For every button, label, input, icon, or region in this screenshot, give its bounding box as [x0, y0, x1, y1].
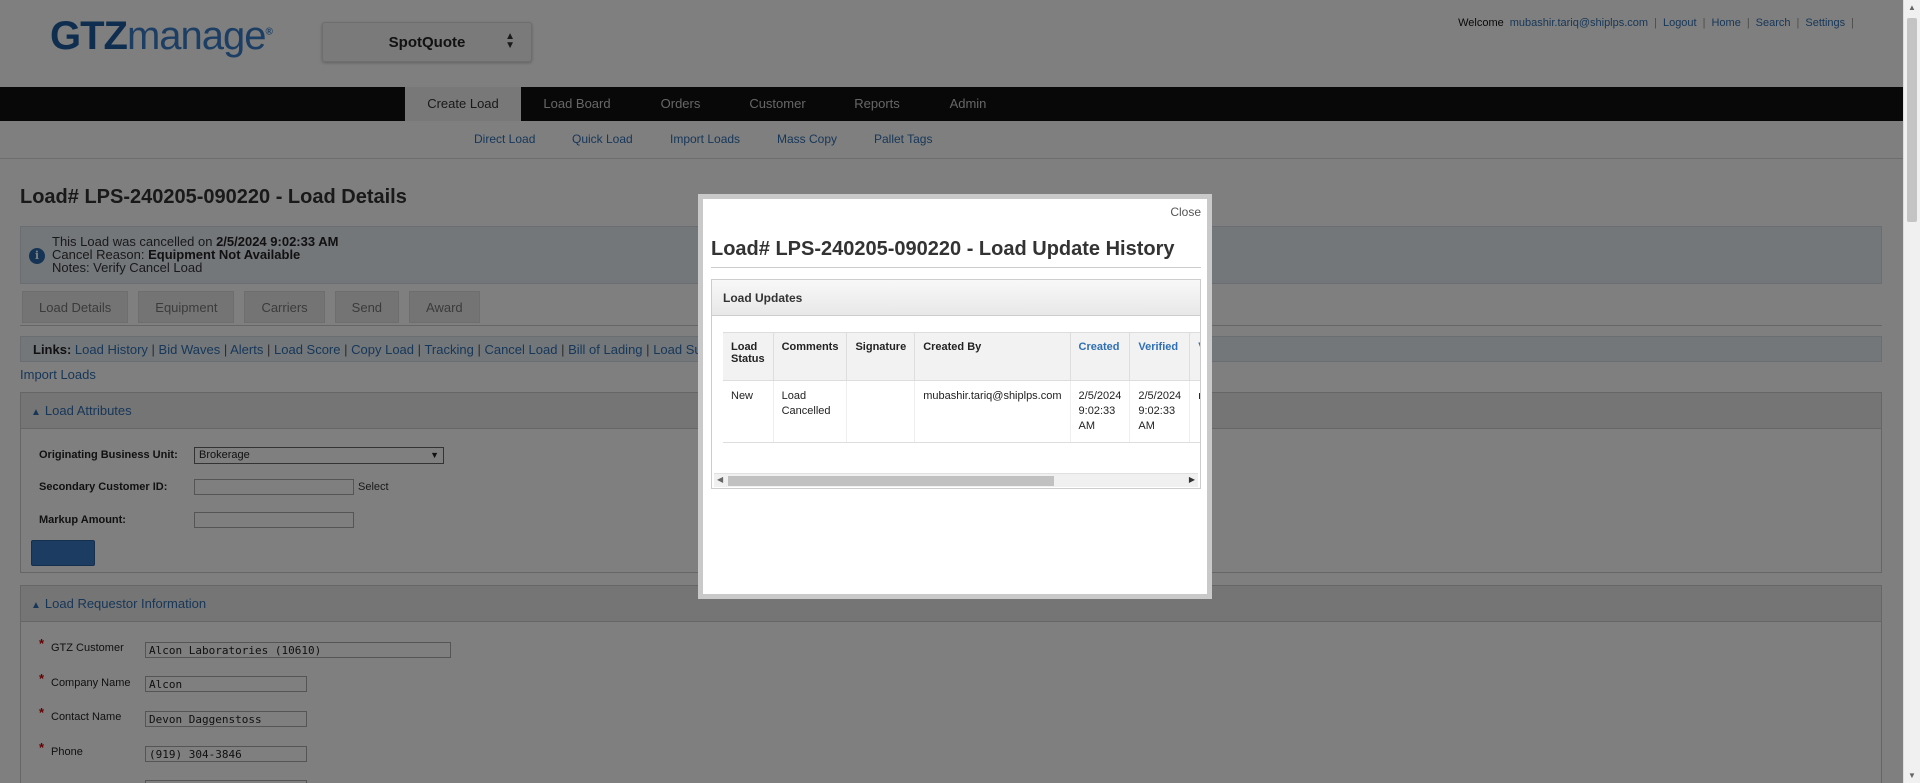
cell-created: 2/5/2024 9:02:33 AM	[1070, 380, 1131, 443]
cell-signature	[846, 380, 916, 443]
scroll-left-icon[interactable]: ◀	[717, 475, 723, 484]
col-created-sort[interactable]: Created	[1070, 332, 1131, 381]
table-header-row: Load Status Comments Signature Created B…	[723, 332, 1200, 381]
col-comments: Comments	[773, 332, 848, 381]
scrollbar-thumb[interactable]	[1907, 18, 1917, 222]
load-updates-table: Load Status Comments Signature Created B…	[723, 332, 1200, 443]
load-update-history-dialog: Close Load# LPS-240205-090220 - Load Upd…	[698, 194, 1212, 599]
load-updates-panel: Load Updates Load Status Comments Signat…	[711, 279, 1201, 489]
scroll-up-icon[interactable]: ▲	[1908, 3, 1916, 12]
cell-created-by: mubashir.tariq@shiplps.com	[914, 380, 1071, 443]
col-signature: Signature	[846, 332, 916, 381]
cell-comments: Load Cancelled	[773, 380, 848, 443]
cell-load-status: New	[723, 380, 774, 443]
close-button[interactable]: Close	[1170, 205, 1201, 219]
horizontal-scrollbar[interactable]: ◀ ▶	[714, 473, 1198, 487]
horizontal-scrollbar-thumb[interactable]	[728, 476, 1054, 486]
cell-extra: n	[1189, 380, 1200, 443]
col-load-status: Load Status	[723, 332, 774, 381]
dialog-title: Load# LPS-240205-090220 - Load Update Hi…	[711, 238, 1175, 260]
scroll-right-icon[interactable]: ▶	[1189, 475, 1195, 484]
scroll-down-icon[interactable]: ▼	[1908, 771, 1916, 780]
col-verified-sort[interactable]: Verified	[1129, 332, 1191, 381]
divider	[711, 267, 1201, 268]
table-row: New Load Cancelled mubashir.tariq@shiplp…	[723, 380, 1200, 443]
col-v-sort[interactable]: V	[1189, 332, 1200, 381]
load-updates-title: Load Updates	[712, 280, 1200, 316]
cell-verified: 2/5/2024 9:02:33 AM	[1129, 380, 1191, 443]
col-created-by: Created By	[914, 332, 1071, 381]
page-scrollbar[interactable]: ▲ ▼	[1903, 0, 1920, 783]
